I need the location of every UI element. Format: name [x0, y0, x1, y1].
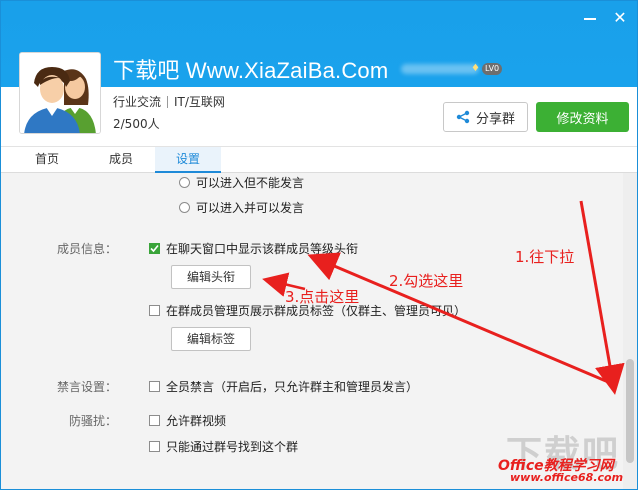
show-level-title-option[interactable]: 在聊天窗口中显示该群成员等级头衔: [149, 240, 358, 257]
group-level-badge: ♦ LV0: [471, 61, 503, 76]
annotation-step3: 3.点击这里: [285, 288, 360, 306]
share-group-label: 分享群: [475, 111, 515, 127]
mute-all-checkbox[interactable]: [149, 381, 160, 392]
edit-title-button[interactable]: 编辑头衔: [171, 265, 251, 289]
group-avatar-image: [20, 53, 100, 133]
check-icon: [150, 244, 159, 253]
member-count: 2/500人: [113, 117, 160, 131]
find-by-number-checkbox[interactable]: [149, 441, 160, 452]
mute-all-label: 全员禁言（开启后，只允许群主和管理员发言）: [166, 380, 419, 394]
allow-group-video-label: 允许群视频: [166, 414, 227, 428]
annotation-step2: 2.勾选这里: [389, 272, 464, 290]
radio-button[interactable]: [179, 202, 190, 213]
group-settings-window: ✕ 下载吧 Www.XiaZaiBa.Com ♦ LV0 行业交流 IT/互联网…: [0, 0, 638, 490]
allow-group-video-checkbox[interactable]: [149, 415, 160, 426]
tab-home[interactable]: 首页: [23, 147, 71, 173]
radio-enter-no-speak-label: 可以进入但不能发言: [196, 176, 305, 190]
anti-harassment-label: 防骚扰：: [68, 414, 117, 428]
tag-industry: 行业交流: [113, 95, 162, 109]
tag-category: IT/互联网: [174, 95, 225, 109]
group-avatar[interactable]: [19, 52, 101, 134]
radio-enter-and-speak[interactable]: 可以进入并可以发言: [179, 199, 304, 216]
show-member-tags-checkbox[interactable]: [149, 305, 160, 316]
annotation-step1: 1.往下拉: [515, 248, 575, 266]
minimize-button[interactable]: [577, 7, 603, 29]
level-label: LV0: [482, 62, 503, 75]
tab-members[interactable]: 成员: [97, 147, 145, 173]
tag-separator: [167, 95, 169, 108]
edit-tags-button[interactable]: 编辑标签: [171, 327, 251, 351]
watermark-url: www.office68.com: [510, 471, 624, 484]
radio-enter-no-speak[interactable]: 可以进入但不能发言: [179, 174, 304, 191]
show-level-title-checkbox[interactable]: [149, 243, 160, 254]
tab-settings[interactable]: 设置: [155, 147, 221, 173]
member-info-label: 成员信息：: [56, 242, 117, 256]
site-watermark: 下载吧 Office教程学习网 www.office68.com: [498, 423, 637, 489]
window-controls: ✕: [577, 7, 633, 29]
mute-all-option[interactable]: 全员禁言（开启后，只允许群主和管理员发言）: [149, 378, 418, 395]
allow-group-video-option[interactable]: 允许群视频: [149, 412, 226, 429]
edit-profile-button[interactable]: 修改资料: [536, 102, 629, 132]
group-tags: 行业交流 IT/互联网: [113, 93, 225, 110]
show-level-title-label: 在聊天窗口中显示该群成员等级头衔: [166, 242, 359, 256]
radio-enter-and-speak-label: 可以进入并可以发言: [196, 201, 305, 215]
blurred-group-number: [401, 64, 479, 74]
share-icon: [456, 110, 470, 124]
mute-settings-label: 禁言设置：: [56, 380, 117, 394]
share-group-button[interactable]: 分享群: [443, 102, 528, 132]
close-button[interactable]: ✕: [607, 7, 633, 29]
tab-bar: 首页 成员 设置: [1, 146, 637, 173]
group-header: ✕ 下载吧 Www.XiaZaiBa.Com ♦ LV0 行业交流 IT/互联网…: [1, 1, 637, 146]
find-by-number-label: 只能通过群号找到这个群: [166, 440, 299, 454]
find-by-number-option[interactable]: 只能通过群号找到这个群: [149, 438, 298, 455]
minimize-icon: [584, 17, 596, 20]
radio-button[interactable]: [179, 177, 190, 188]
group-name: 下载吧 Www.XiaZaiBa.Com: [113, 58, 389, 83]
flame-icon: ♦: [471, 63, 480, 74]
